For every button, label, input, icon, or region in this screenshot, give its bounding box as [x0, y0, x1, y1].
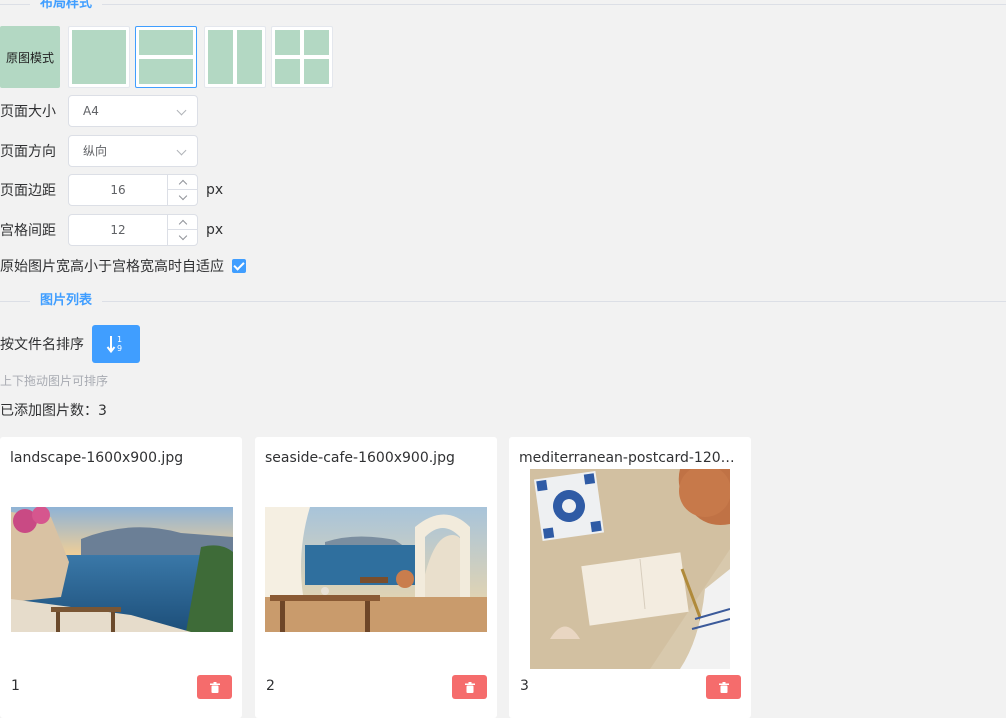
delete-button[interactable] [452, 675, 487, 699]
images-section-title: 图片列表 [0, 291, 1006, 311]
page-orientation-row: 页面方向 纵向 [0, 135, 198, 167]
increase-button[interactable] [168, 215, 197, 230]
page-margin-unit: px [206, 182, 224, 198]
chevron-down-icon [176, 145, 187, 156]
autofit-label: 原始图片宽高小于宫格宽高时自适应 [0, 259, 224, 275]
chevron-down-icon [176, 105, 187, 116]
delete-button[interactable] [706, 675, 741, 699]
image-filename: seaside-cafe-1600x900.jpg [265, 450, 455, 466]
delete-button[interactable] [197, 675, 232, 699]
svg-text:9: 9 [117, 344, 122, 353]
sort-button[interactable]: 1 9 [92, 325, 140, 363]
cell-gap-unit: px [206, 222, 224, 238]
trash-icon [209, 681, 220, 693]
image-thumbnail [265, 507, 487, 632]
image-filename: landscape-1600x900.jpg [10, 450, 184, 466]
image-index: 1 [11, 678, 20, 694]
images-section-label: 图片列表 [30, 291, 103, 311]
page-size-row: 页面大小 A4 [0, 95, 198, 127]
cell-gap-value: 12 [110, 223, 126, 237]
svg-text:1: 1 [117, 335, 122, 344]
page-size-select[interactable]: A4 [68, 95, 198, 127]
page-orientation-label: 页面方向 [0, 144, 56, 160]
image-count: 已添加图片数：3 [0, 403, 107, 419]
cell-gap-label: 宫格间距 [0, 223, 56, 239]
image-filename: mediterranean-postcard-1200x1200.jpg [519, 450, 741, 466]
trash-icon [718, 681, 729, 693]
page-margin-value: 16 [110, 183, 126, 197]
layout-option-two-rows[interactable] [135, 26, 197, 88]
layout-option-original-label: 原图模式 [5, 50, 54, 65]
decrease-button[interactable] [168, 190, 197, 205]
cell-gap-row: 宫格间距 12 px [0, 214, 223, 246]
page-margin-row: 页面边距 16 px [0, 174, 223, 206]
page-margin-label: 页面边距 [0, 183, 56, 199]
page-orientation-value: 纵向 [83, 144, 108, 158]
image-index: 3 [520, 678, 529, 694]
layout-option-single[interactable] [68, 26, 130, 88]
image-card[interactable]: mediterranean-postcard-1200x1200.jpg [509, 437, 751, 718]
image-card[interactable]: landscape-1600x900.jpg 1 [0, 437, 242, 718]
layout-section-label: 布局样式 [30, 0, 103, 14]
page-size-value: A4 [83, 104, 99, 118]
divider [0, 4, 1006, 5]
autofit-row: 原始图片宽高小于宫格宽高时自适应 [0, 256, 246, 276]
image-thumbnail [11, 507, 233, 632]
drag-hint: 上下拖动图片可排序 [0, 374, 109, 388]
image-thumbnail [530, 469, 730, 669]
layout-option-original[interactable]: 原图模式 [0, 26, 60, 88]
sort-ascending-1-9-icon: 1 9 [106, 335, 122, 354]
sort-row: 按文件名排序 1 9 [0, 325, 140, 363]
divider [0, 301, 1006, 302]
decrease-button[interactable] [168, 230, 197, 245]
page-orientation-select[interactable]: 纵向 [68, 135, 198, 167]
increase-button[interactable] [168, 175, 197, 190]
image-card[interactable]: seaside-cafe-1600x900.jpg 2 [255, 437, 497, 718]
layout-option-two-columns[interactable] [204, 26, 266, 88]
layout-section-title: 布局样式 [0, 0, 1006, 14]
image-index: 2 [266, 678, 275, 694]
layout-option-four-grid[interactable] [271, 26, 333, 88]
page-margin-input[interactable]: 16 [68, 174, 198, 206]
cell-gap-input[interactable]: 12 [68, 214, 198, 246]
sort-label: 按文件名排序 [0, 337, 84, 353]
page-size-label: 页面大小 [0, 104, 56, 120]
autofit-checkbox[interactable] [232, 259, 246, 273]
trash-icon [464, 681, 475, 693]
